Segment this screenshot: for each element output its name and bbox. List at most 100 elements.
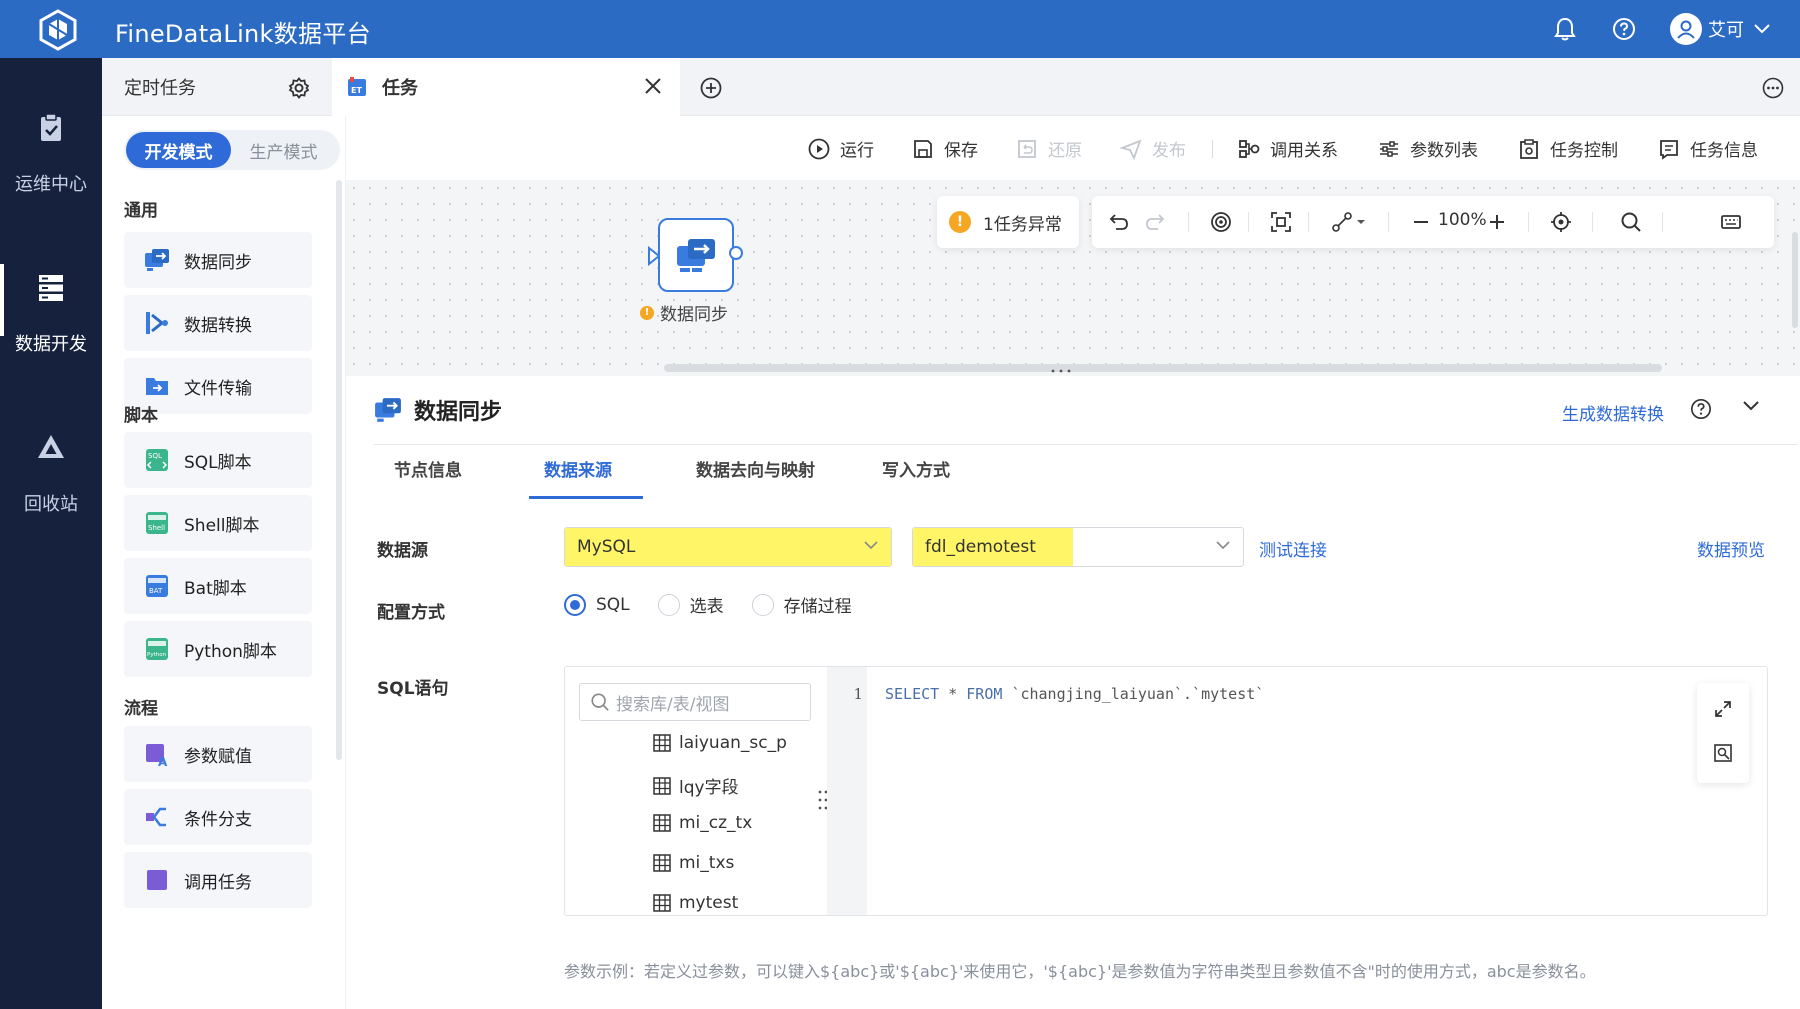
tab-data-source[interactable]: 数据来源 [544, 456, 612, 481]
node-label: ! 数据同步 [640, 300, 728, 325]
component-bat-script[interactable]: BAT Bat脚本 [124, 558, 312, 614]
workflow-node-data-sync[interactable] [658, 218, 734, 292]
tab-write-mode[interactable]: 写入方式 [882, 456, 950, 481]
recycle-icon [38, 435, 64, 458]
component-shell-script[interactable]: Shell Shell脚本 [124, 495, 312, 551]
detail-title: 数据同步 [414, 400, 503, 425]
datasource-connection-select[interactable]: fdl_demotest [912, 527, 1244, 567]
table-item[interactable]: mi_cz_tx [653, 813, 752, 833]
notification-bell-icon[interactable] [1552, 16, 1578, 42]
table-icon [653, 894, 671, 912]
nav-ops-center[interactable]: 运维中心 [0, 112, 102, 232]
tab-task[interactable]: ET 任务 [332, 58, 680, 116]
redo-icon[interactable] [1142, 209, 1168, 235]
auto-layout-icon[interactable] [1208, 209, 1234, 235]
radio-button[interactable] [751, 593, 774, 616]
workflow-canvas[interactable]: ! 数据同步 ! 1任务异常 100% [346, 180, 1800, 376]
fit-view-icon[interactable] [1268, 209, 1294, 235]
node-output-port[interactable] [729, 246, 743, 260]
radio-sql[interactable]: SQL [564, 593, 630, 616]
task-control-button[interactable]: 任务控制 [1518, 136, 1618, 161]
connector-style-icon[interactable] [1328, 209, 1372, 235]
table-item[interactable]: laiyuan_sc_p [653, 733, 787, 753]
format-sql-icon[interactable] [1711, 741, 1735, 765]
keyboard-icon[interactable] [1718, 209, 1744, 235]
warning-icon: ! [640, 305, 654, 320]
canvas-horizontal-scrollbar[interactable] [664, 364, 1662, 372]
call-relation-button[interactable]: 调用关系 [1238, 136, 1338, 161]
dev-mode-button[interactable]: 开发模式 [126, 132, 231, 168]
prod-mode-button[interactable]: 生产模式 [231, 132, 336, 168]
datasource-label: 数据源 [377, 541, 428, 561]
table-name: mi_txs [679, 853, 735, 873]
component-condition-branch[interactable]: 条件分支 [124, 789, 312, 845]
component-label: 条件分支 [184, 809, 252, 830]
gear-icon[interactable] [288, 77, 310, 99]
data-preview-link[interactable]: 数据预览 [1697, 536, 1765, 561]
tab-node-info[interactable]: 节点信息 [394, 456, 462, 481]
table-item[interactable]: lqy字段 [653, 773, 739, 798]
toolbar-divider [1388, 212, 1389, 232]
close-icon[interactable] [644, 77, 662, 95]
component-call-task[interactable]: 调用任务 [124, 852, 312, 908]
line-number-gutter: 1 [827, 667, 867, 915]
sql-code-editor[interactable]: SELECT * FROM `changjing_laiyuan`.`mytes… [885, 685, 1264, 703]
table-item[interactable]: mi_txs [653, 853, 734, 873]
mode-switch[interactable]: 开发模式 生产模式 [124, 130, 340, 170]
zoom-in-icon[interactable] [1484, 209, 1510, 235]
restore-button[interactable]: 还原 [1016, 136, 1082, 161]
component-sql-script[interactable]: SQL SQL脚本 [124, 432, 312, 488]
table-item[interactable]: mytest [653, 893, 738, 913]
radio-stored-procedure[interactable]: 存储过程 [751, 592, 852, 617]
nav-data-dev[interactable]: 数据开发 [0, 264, 102, 392]
nav-recycle-bin[interactable]: 回收站 [0, 432, 102, 552]
help-icon[interactable] [1611, 16, 1637, 42]
help-icon[interactable] [1690, 398, 1712, 420]
radio-button-checked[interactable] [564, 593, 586, 616]
datasource-type-value: MySQL [565, 528, 891, 566]
more-options-icon[interactable] [1762, 77, 1784, 99]
component-data-sync[interactable]: 数据同步 [124, 232, 312, 288]
config-method-label: 配置方式 [377, 603, 445, 623]
datasource-type-select[interactable]: MySQL [564, 527, 892, 567]
search-icon[interactable] [1618, 209, 1644, 235]
task-info-button[interactable]: 任务信息 [1658, 136, 1758, 161]
component-data-transform[interactable]: 数据转换 [124, 295, 312, 351]
publish-button[interactable]: 发布 [1120, 136, 1186, 161]
save-button[interactable]: 保存 [912, 136, 978, 161]
task-info-icon [1660, 139, 1678, 160]
task-abnormal-badge[interactable]: ! 1任务异常 [937, 196, 1079, 248]
run-label: 运行 [840, 141, 874, 161]
table-icon [653, 854, 671, 872]
toolbar-divider [1188, 212, 1189, 232]
nav-label: 运维中心 [15, 174, 87, 195]
generate-transform-link[interactable]: 生成数据转换 [1562, 400, 1664, 425]
canvas-vertical-scrollbar[interactable] [1792, 232, 1798, 328]
component-python-script[interactable]: Python Python脚本 [124, 621, 312, 677]
tab-scheduled-tasks[interactable]: 定时任务 [102, 58, 332, 116]
table-icon [653, 814, 671, 832]
condition-branch-icon [146, 807, 166, 827]
param-list-button[interactable]: 参数列表 [1378, 136, 1478, 161]
svg-text:Shell: Shell [148, 524, 165, 532]
shell-script-icon: Shell [146, 512, 168, 534]
run-button[interactable]: 运行 [808, 136, 874, 161]
table-search-input[interactable]: 搜索库/表/视图 [579, 683, 811, 721]
zoom-out-icon[interactable] [1408, 209, 1434, 235]
undo-icon[interactable] [1106, 209, 1132, 235]
add-tab-icon[interactable] [700, 77, 722, 99]
radio-button[interactable] [657, 593, 680, 616]
scrollbar[interactable] [336, 180, 342, 760]
component-label: 数据转换 [184, 315, 252, 336]
test-connection-link[interactable]: 测试连接 [1259, 536, 1327, 561]
chevron-down-icon[interactable] [1742, 400, 1760, 412]
expand-icon[interactable] [1711, 697, 1735, 721]
task-tab-icon: ET [348, 77, 366, 96]
component-param-assign[interactable]: A 参数赋值 [124, 726, 312, 782]
tab-data-target-mapping[interactable]: 数据去向与映射 [696, 456, 815, 481]
python-script-icon: Python [146, 638, 168, 660]
table-icon [653, 734, 671, 752]
locate-icon[interactable] [1548, 209, 1574, 235]
user-menu[interactable]: 艾可 [1670, 13, 1770, 45]
radio-select-table[interactable]: 选表 [657, 592, 724, 617]
